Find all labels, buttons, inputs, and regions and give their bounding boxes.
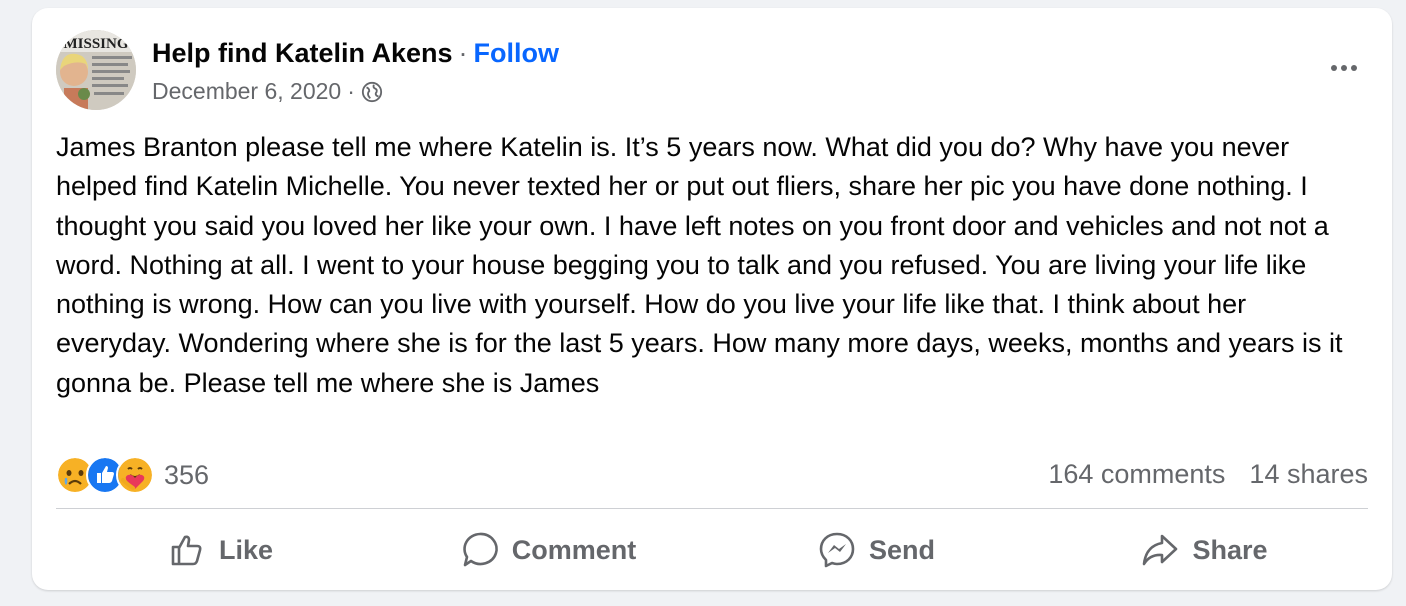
avatar-text: MISSING	[63, 36, 128, 52]
share-button[interactable]: Share	[1040, 522, 1368, 578]
more-options-icon[interactable]	[1324, 56, 1364, 80]
divider	[56, 508, 1368, 509]
post-card: MISSING Help find Katelin Akens · Follow D…	[32, 8, 1392, 590]
send-label: Send	[868, 534, 935, 565]
share-label: Share	[1192, 534, 1268, 565]
comment-button[interactable]: Comment	[384, 522, 712, 578]
action-bar: Like Comment Send Share	[56, 522, 1368, 578]
engagement-counts: 164 comments 14 shares	[1048, 459, 1368, 490]
globe-icon	[361, 81, 383, 103]
follow-button[interactable]: Follow	[474, 38, 559, 68]
comment-label: Comment	[511, 534, 637, 565]
page-avatar[interactable]: MISSING	[56, 30, 136, 110]
avatar-image: MISSING	[56, 30, 136, 110]
send-button[interactable]: Send	[712, 522, 1040, 578]
reaction-count: 356	[164, 459, 210, 490]
like-button[interactable]: Like	[56, 522, 384, 578]
comment-icon	[462, 532, 498, 567]
post-date[interactable]: December 6, 2020	[152, 78, 341, 105]
share-icon	[1143, 534, 1178, 566]
shares-count[interactable]: 14 shares	[1249, 459, 1368, 489]
separator-dot: ·	[458, 38, 468, 68]
messenger-icon	[819, 532, 855, 568]
thumbs-up-icon	[171, 535, 202, 566]
like-label: Like	[218, 534, 274, 565]
post-body: James Branton please tell me where Katel…	[56, 132, 1343, 398]
separator-dot: ·	[347, 78, 355, 104]
post-meta: December 6, 2020 ·	[152, 78, 383, 105]
care-icon	[116, 456, 154, 494]
reactions-summary[interactable]: 356	[56, 456, 209, 494]
comments-count[interactable]: 164 comments	[1048, 459, 1225, 489]
post-header: Help find Katelin Akens · Follow	[152, 38, 559, 69]
page-name[interactable]: Help find Katelin Akens	[152, 38, 453, 68]
